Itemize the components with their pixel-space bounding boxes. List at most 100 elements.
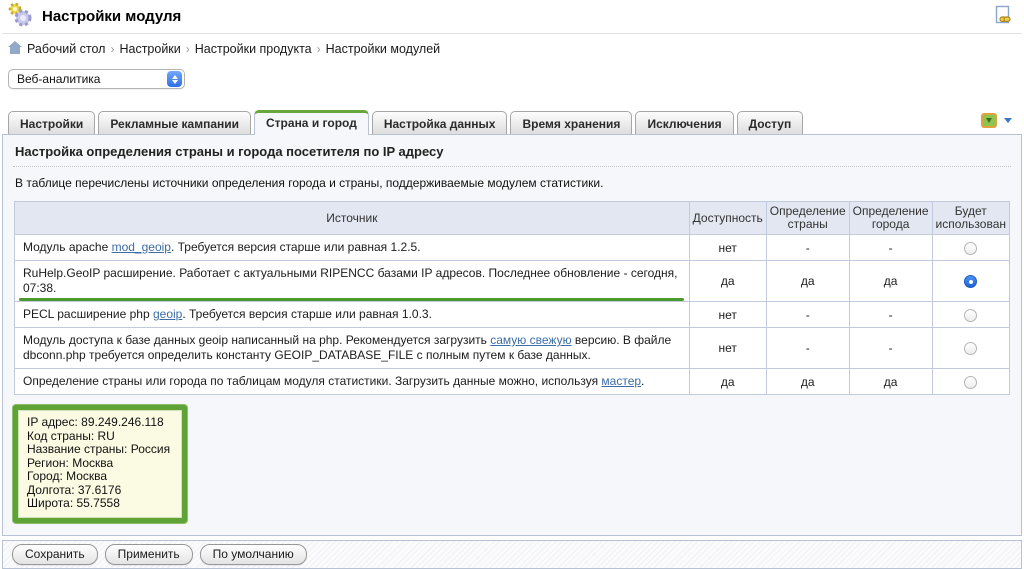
country-cell: да (766, 261, 849, 302)
export-settings-icon[interactable] (981, 113, 997, 128)
tab-storage-period[interactable]: Время хранения (510, 111, 632, 135)
source-text: . (641, 374, 644, 388)
table-row-stats-module-tables: Определение страны или города по таблица… (15, 369, 1010, 395)
home-icon[interactable] (8, 41, 22, 57)
geoip-ip-address: IP адрес: 89.249.246.118 (27, 416, 170, 430)
use-source-radio[interactable] (964, 275, 977, 288)
breadcrumb-separator: › (186, 42, 190, 56)
breadcrumb-item-desktop[interactable]: Рабочий стол (27, 42, 105, 56)
geoip-city: Город: Москва (27, 470, 170, 484)
city-cell: - (849, 235, 932, 261)
source-link[interactable]: mod_geoip (112, 240, 171, 254)
apply-button[interactable]: Применить (105, 544, 193, 565)
module-select-value: Веб-аналитика (17, 72, 100, 86)
tab-label: Доступ (749, 117, 792, 131)
availability-cell: нет (689, 302, 766, 328)
col-header-city: Определение города (849, 202, 932, 235)
page-title: Настройки модуля (42, 8, 181, 25)
use-source-radio[interactable] (964, 342, 977, 355)
country-city-panel: Настройка определения страны и города по… (2, 134, 1022, 536)
breadcrumb-separator: › (110, 42, 114, 56)
page: Настройки модуля Рабочий стол › Настройк… (0, 0, 1024, 569)
gears-icon (6, 1, 34, 32)
source-text: . Требуется версия старше или равная 1.0… (182, 307, 432, 321)
use-source-radio[interactable] (964, 309, 977, 322)
country-cell: да (766, 369, 849, 395)
source-link[interactable]: мастер (601, 374, 641, 388)
city-cell: - (849, 302, 932, 328)
source-text: Определение страны или города по таблица… (23, 374, 601, 388)
use-cell (932, 302, 1009, 328)
availability-cell: нет (689, 328, 766, 369)
save-button[interactable]: Сохранить (12, 544, 98, 565)
col-header-country: Определение страны (766, 202, 849, 235)
source-text: Модуль доступа к базе данных geoip напис… (23, 333, 490, 347)
tab-data-settings[interactable]: Настройка данных (372, 111, 508, 135)
page-link-icon[interactable] (994, 5, 1012, 28)
geoip-latitude: Широта: 55.7558 (27, 497, 170, 511)
availability-cell: да (689, 261, 766, 302)
source-cell: Определение страны или города по таблица… (15, 369, 690, 395)
col-header-will-be-used: Будет использован (932, 202, 1009, 235)
section-heading: Настройка определения страны и города по… (3, 135, 1021, 166)
availability-cell: да (689, 369, 766, 395)
use-cell (932, 235, 1009, 261)
geoip-country-code: Код страны: RU (27, 430, 170, 444)
source-text: RuHelp.GeoIP расширение. Работает с акту… (23, 266, 678, 295)
geoip-country-name: Название страны: Россия (27, 443, 170, 457)
tab-bar: Настройки Рекламные кампании Страна и го… (2, 99, 1022, 134)
table-header-row: Источник Доступность Определение страны … (15, 202, 1010, 235)
tab-access[interactable]: Доступ (737, 111, 804, 135)
button-bar: Сохранить Применить По умолчанию (2, 540, 1022, 569)
section-description: В таблице перечислены источники определе… (3, 167, 1021, 201)
breadcrumb: Рабочий стол › Настройки › Настройки про… (2, 34, 1022, 63)
tab-settings[interactable]: Настройки (8, 111, 95, 135)
tab-ad-campaigns[interactable]: Рекламные кампании (98, 111, 251, 135)
source-link[interactable]: самую свежую (490, 333, 571, 347)
tab-exclusions[interactable]: Исключения (635, 111, 733, 135)
source-text: . Требуется версия старше или равная 1.2… (171, 240, 421, 254)
tab-country-city[interactable]: Страна и город (254, 110, 369, 135)
source-link[interactable]: geoip (153, 307, 182, 321)
use-cell (932, 369, 1009, 395)
use-source-radio[interactable] (964, 242, 977, 255)
module-select-row: Веб-аналитика (2, 63, 1022, 99)
geoip-result-box: IP адрес: 89.249.246.118 Код страны: RU … (13, 405, 187, 523)
default-button[interactable]: По умолчанию (200, 544, 307, 565)
source-cell: RuHelp.GeoIP расширение. Работает с акту… (15, 261, 690, 302)
country-cell: - (766, 302, 849, 328)
city-cell: - (849, 328, 932, 369)
chevron-down-icon[interactable] (1004, 118, 1012, 123)
use-cell (932, 328, 1009, 369)
tab-label: Исключения (647, 117, 721, 131)
tab-label: Настройка данных (384, 117, 496, 131)
col-header-source: Источник (15, 202, 690, 235)
title-bar: Настройки модуля (2, 0, 1022, 34)
source-text: Модуль apache (23, 240, 112, 254)
breadcrumb-item-module-settings: Настройки модулей (326, 42, 441, 56)
col-header-availability: Доступность (689, 202, 766, 235)
geoip-region: Регион: Москва (27, 457, 170, 471)
source-cell: Модуль apache mod_geoip. Требуется верси… (15, 235, 690, 261)
geoip-longitude: Долгота: 37.6176 (27, 484, 170, 498)
select-stepper-icon (167, 71, 182, 87)
table-row-pecl-geoip: PECL расширение php geoip. Требуется вер… (15, 302, 1010, 328)
availability-cell: нет (689, 235, 766, 261)
table-row-php-geoip-db: Модуль доступа к базе данных geoip напис… (15, 328, 1010, 369)
breadcrumb-separator: › (317, 42, 321, 56)
table-row-mod-geoip: Модуль apache mod_geoip. Требуется верси… (15, 235, 1010, 261)
module-select[interactable]: Веб-аналитика (8, 69, 185, 89)
tab-label: Настройки (20, 117, 83, 131)
table-row-ruhelp-geoip: RuHelp.GeoIP расширение. Работает с акту… (15, 261, 1010, 302)
tab-label: Рекламные кампании (110, 117, 239, 131)
source-cell: Модуль доступа к базе данных geoip напис… (15, 328, 690, 369)
country-cell: - (766, 235, 849, 261)
city-cell: да (849, 261, 932, 302)
geoip-sources-table: Источник Доступность Определение страны … (14, 201, 1010, 395)
tab-label: Страна и город (266, 116, 357, 130)
source-cell: PECL расширение php geoip. Требуется вер… (15, 302, 690, 328)
use-source-radio[interactable] (964, 376, 977, 389)
breadcrumb-item-product-settings[interactable]: Настройки продукта (195, 42, 312, 56)
breadcrumb-item-settings[interactable]: Настройки (119, 42, 180, 56)
use-cell (932, 261, 1009, 302)
